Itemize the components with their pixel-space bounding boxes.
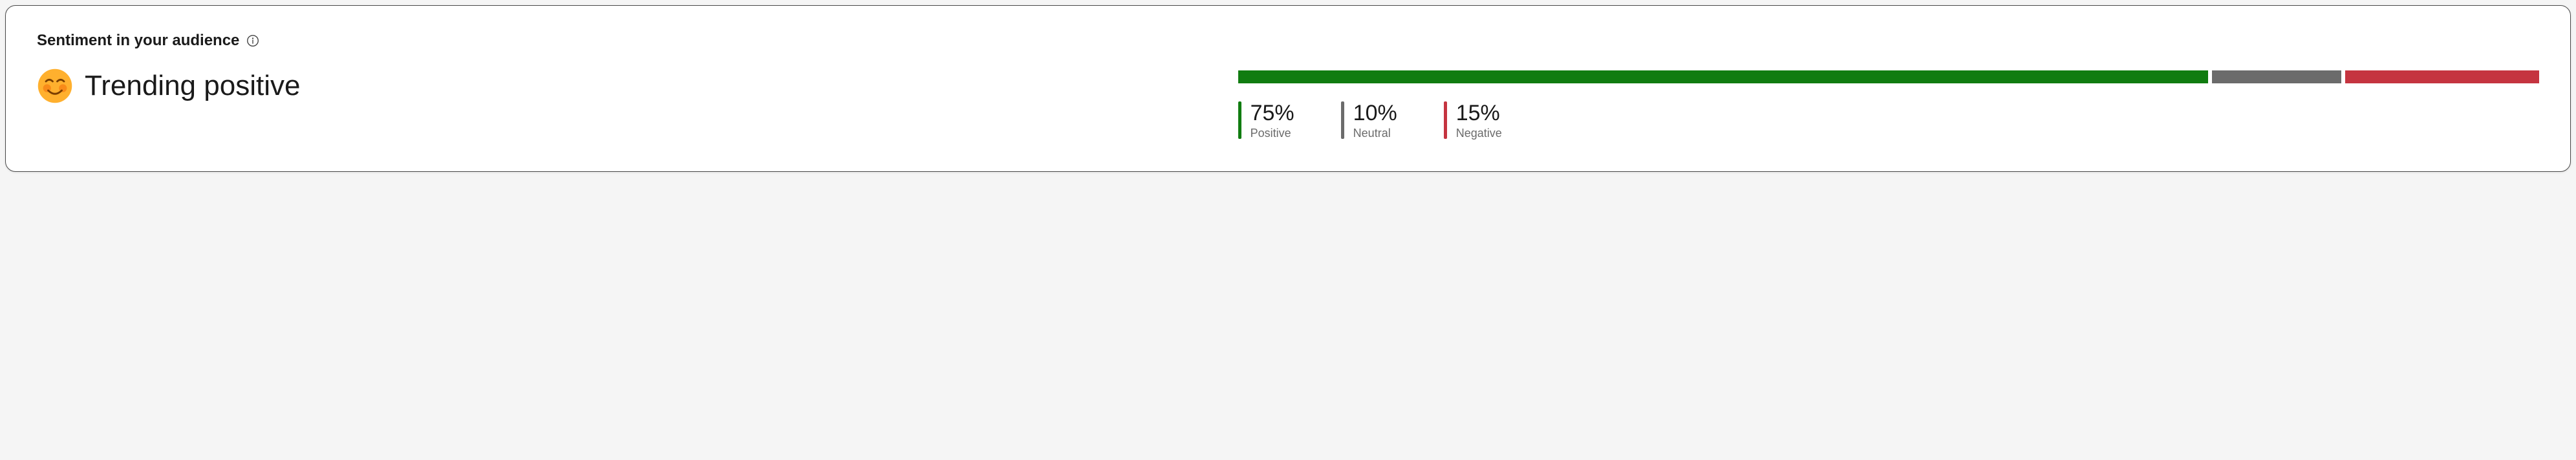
card-header: Sentiment in your audience — [37, 32, 2539, 50]
legend-item-neutral: 10% Neutral — [1341, 101, 1397, 140]
legend-label-positive: Positive — [1250, 127, 1294, 140]
bar-segment-neutral — [2212, 70, 2341, 83]
card-title: Sentiment in your audience — [37, 32, 239, 50]
bar-segment-positive — [1238, 70, 2208, 83]
legend-value-positive: 75% — [1250, 101, 1294, 125]
sentiment-chart: 75% Positive 10% Neutral 15% Negative — [1238, 68, 2539, 140]
card-content: Trending positive 75% Positive — [37, 68, 2539, 140]
sentiment-card: Sentiment in your audience Trendi — [5, 5, 2571, 172]
smile-emoji-icon — [37, 68, 73, 104]
stacked-bar — [1238, 70, 2539, 83]
legend-item-negative: 15% Negative — [1444, 101, 1502, 140]
trend-summary: Trending positive — [37, 68, 300, 104]
legend-item-positive: 75% Positive — [1238, 101, 1294, 140]
legend-tick-positive — [1238, 101, 1241, 139]
legend-label-neutral: Neutral — [1353, 127, 1397, 140]
bar-segment-negative — [2345, 70, 2539, 83]
legend-value-neutral: 10% — [1353, 101, 1397, 125]
trend-label: Trending positive — [85, 70, 300, 102]
legend-value-negative: 15% — [1456, 101, 1502, 125]
legend-tick-neutral — [1341, 101, 1344, 139]
legend: 75% Positive 10% Neutral 15% Negative — [1238, 101, 2539, 140]
legend-label-negative: Negative — [1456, 127, 1502, 140]
legend-tick-negative — [1444, 101, 1447, 139]
info-icon[interactable] — [246, 34, 260, 48]
